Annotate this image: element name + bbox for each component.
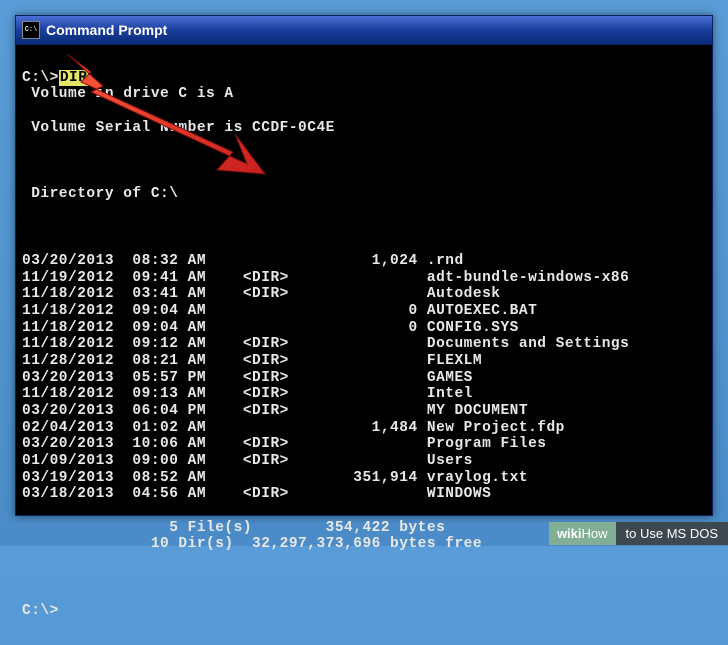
listing-row: 11/28/2012 08:21 AM <DIR> FLEXLM	[22, 353, 706, 370]
command-prompt-window: C:\ Command Prompt C:\>DIR Volume in dri…	[15, 15, 713, 516]
titlebar[interactable]: C:\ Command Prompt	[16, 16, 712, 45]
blank-line	[22, 220, 706, 237]
volume-line: Volume in drive C is A	[22, 86, 706, 103]
command-dir: DIR	[59, 70, 89, 86]
listing-row: 03/18/2013 04:56 AM <DIR> WINDOWS	[22, 486, 706, 503]
directory-listing: 03/20/2013 08:32 AM 1,024 .rnd11/19/2012…	[22, 253, 706, 503]
listing-row: 03/20/2013 08:32 AM 1,024 .rnd	[22, 253, 706, 270]
window-title: Command Prompt	[46, 22, 167, 38]
watermark: wikiHow to Use MS DOS	[549, 520, 728, 546]
listing-row: 11/18/2012 09:12 AM <DIR> Documents and …	[22, 336, 706, 353]
listing-row: 11/18/2012 09:04 AM 0 AUTOEXEC.BAT	[22, 303, 706, 320]
listing-row: 02/04/2013 01:02 AM 1,484 New Project.fd…	[22, 420, 706, 437]
terminal-output[interactable]: C:\>DIR Volume in drive C is A Volume Se…	[16, 45, 712, 645]
blank-line	[22, 570, 706, 587]
listing-row: 11/19/2012 09:41 AM <DIR> adt-bundle-win…	[22, 270, 706, 287]
cmd-icon: C:\	[22, 21, 40, 39]
listing-row: 11/18/2012 03:41 AM <DIR> Autodesk	[22, 286, 706, 303]
watermark-caption: to Use MS DOS	[616, 522, 728, 545]
listing-row: 11/18/2012 09:04 AM 0 CONFIG.SYS	[22, 320, 706, 337]
watermark-brand: wikiHow	[549, 522, 616, 545]
prompt: C:\>	[22, 70, 59, 86]
directory-line: Directory of C:\	[22, 186, 706, 203]
blank-line	[22, 153, 706, 170]
listing-row: 01/09/2013 09:00 AM <DIR> Users	[22, 453, 706, 470]
serial-line: Volume Serial Number is CCDF-0C4E	[22, 120, 706, 137]
end-prompt: C:\>	[22, 603, 59, 619]
listing-row: 11/18/2012 09:13 AM <DIR> Intel	[22, 386, 706, 403]
listing-row: 03/20/2013 10:06 AM <DIR> Program Files	[22, 436, 706, 453]
listing-row: 03/19/2013 08:52 AM 351,914 vraylog.txt	[22, 470, 706, 487]
listing-row: 03/20/2013 06:04 PM <DIR> MY DOCUMENT	[22, 403, 706, 420]
listing-row: 03/20/2013 05:57 PM <DIR> GAMES	[22, 370, 706, 387]
